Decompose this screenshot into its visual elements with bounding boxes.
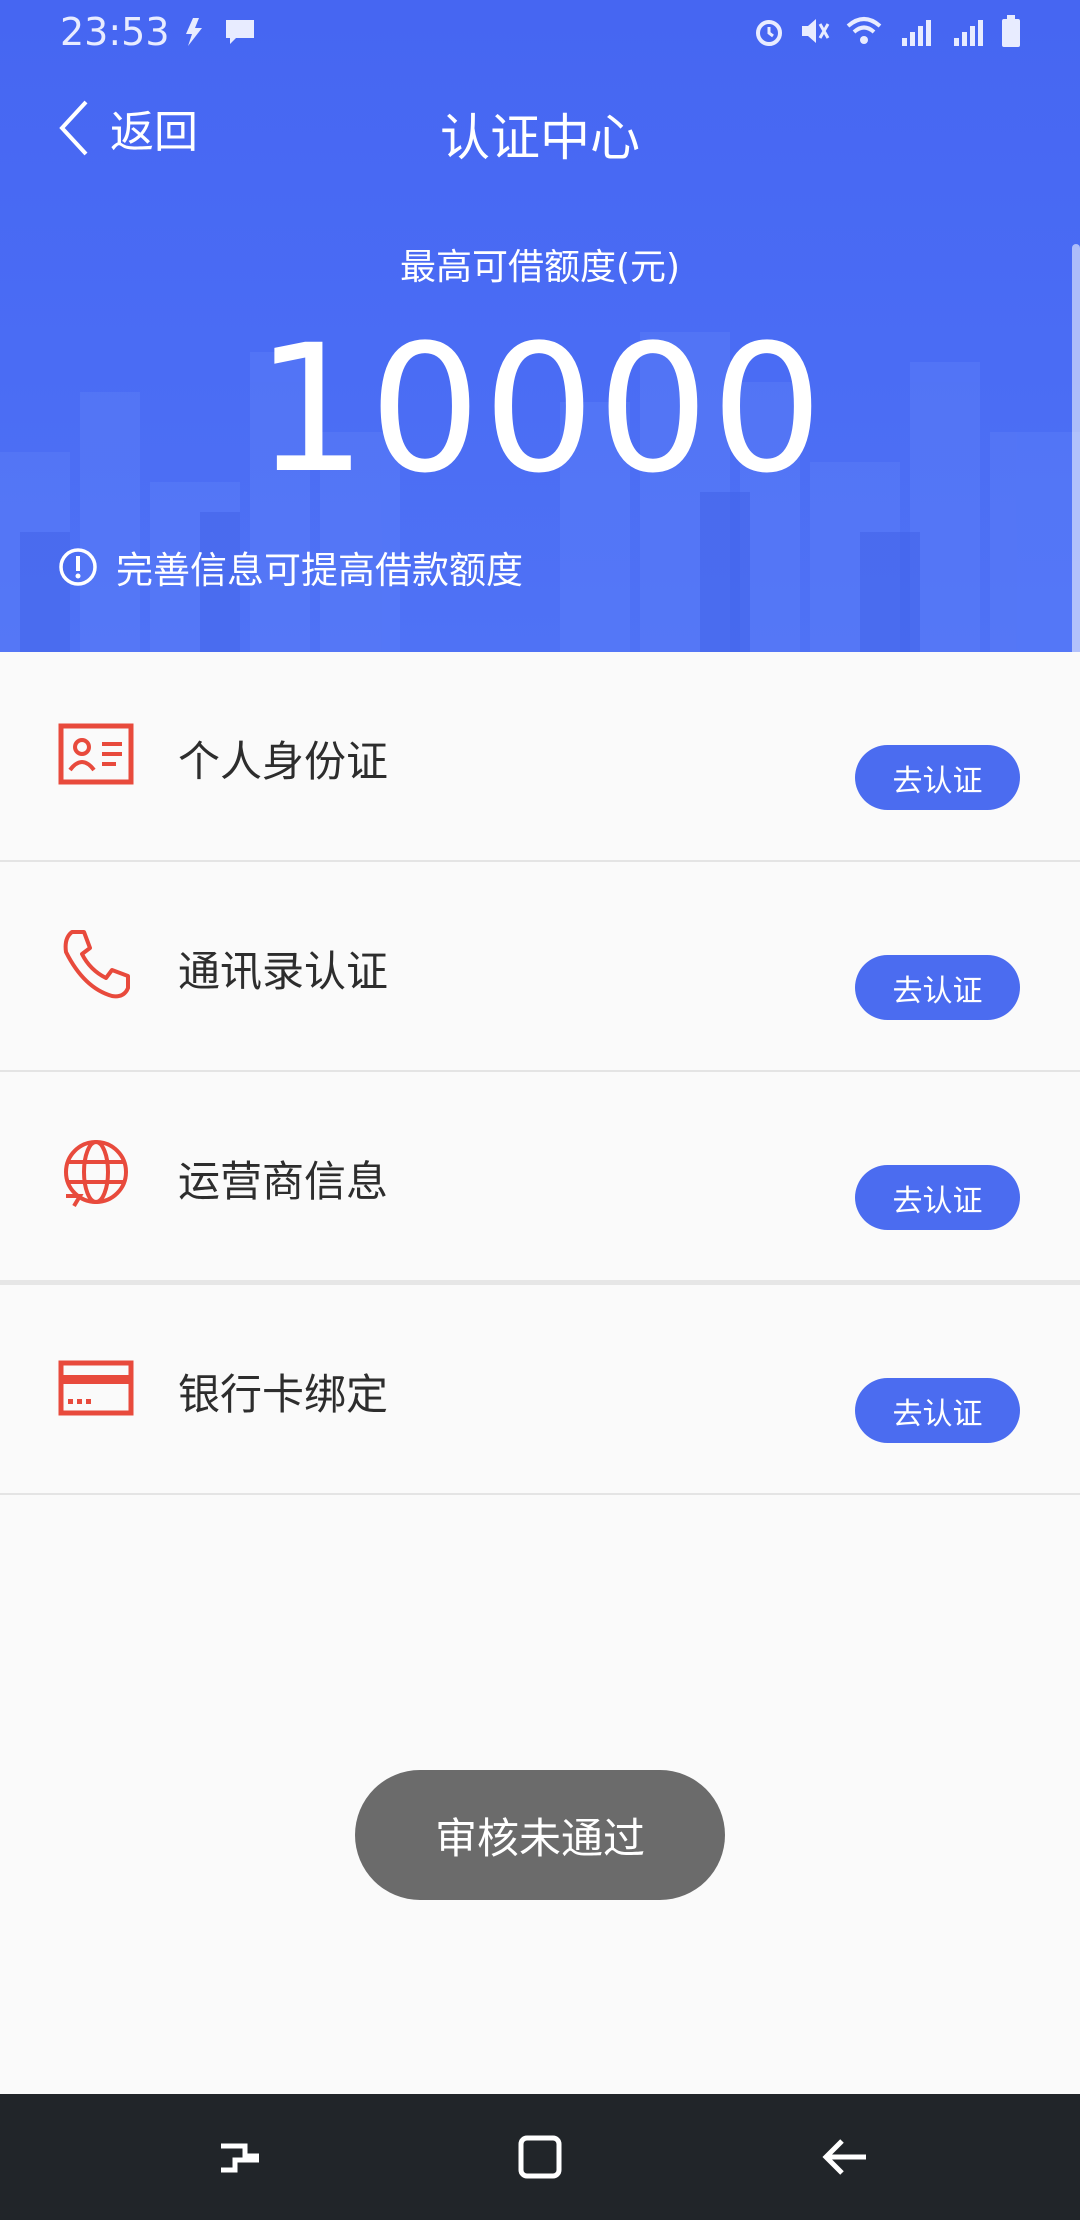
list-item-label: 个人身份证	[178, 737, 389, 786]
verify-button[interactable]: 去认证	[855, 1378, 1020, 1443]
verify-button[interactable]: 去认证	[855, 955, 1020, 1020]
scroll-indicator	[1072, 244, 1080, 674]
phone-icon	[63, 930, 130, 999]
list-item-id-card[interactable]: 个人身份证 去认证	[0, 652, 1080, 862]
list-item-bank-card[interactable]: 银行卡绑定 去认证	[0, 1285, 1080, 1495]
alarm-icon	[756, 20, 782, 46]
mute-icon	[802, 19, 830, 43]
bank-card-icon	[58, 1360, 134, 1416]
system-nav-bar	[0, 2094, 1080, 2220]
list-item-contacts[interactable]: 通讯录认证 去认证	[0, 862, 1080, 1072]
status-time: 23:53	[60, 10, 170, 54]
verify-button[interactable]: 去认证	[855, 1165, 1020, 1230]
exclamation-circle-icon	[59, 548, 97, 586]
battery-icon	[1002, 15, 1020, 47]
notification-icon	[186, 18, 202, 46]
home-icon[interactable]	[505, 2122, 575, 2192]
back-arrow-icon[interactable]	[810, 2122, 880, 2192]
info-hint: 完善信息可提高借款额度	[58, 540, 523, 594]
verify-button[interactable]: 去认证	[855, 745, 1020, 810]
status-bar: 23:53	[0, 0, 1080, 70]
header-banner: 23:53 返回 认证中心 最高可借额度(元) 10000 完善信息可提高借款额…	[0, 0, 1080, 652]
info-hint-text: 完善信息可提高借款额度	[116, 549, 523, 592]
credit-limit-label: 最高可借额度(元)	[399, 247, 681, 288]
list-item-label: 银行卡绑定	[178, 1370, 389, 1419]
recent-apps-icon[interactable]	[205, 2122, 275, 2192]
credit-limit-value: 10000	[255, 307, 825, 512]
signal-4g-icon	[902, 20, 931, 46]
signal-3g-icon	[954, 20, 983, 46]
list-item-label: 运营商信息	[178, 1157, 389, 1206]
toast-message: 审核未通过	[355, 1770, 725, 1900]
id-card-icon	[58, 723, 134, 785]
message-icon	[226, 20, 254, 44]
globe-icon	[64, 1140, 128, 1208]
wifi-icon	[846, 17, 882, 44]
page-title: 认证中心	[440, 109, 640, 167]
verification-list: 个人身份证 去认证 通讯录认证 去认证 运营商信息 去认证 银行卡绑定 去认证	[0, 652, 1080, 1495]
list-item-carrier[interactable]: 运营商信息 去认证	[0, 1072, 1080, 1285]
nav-bar: 返回 认证中心	[0, 80, 1080, 180]
list-item-label: 通讯录认证	[178, 947, 389, 996]
